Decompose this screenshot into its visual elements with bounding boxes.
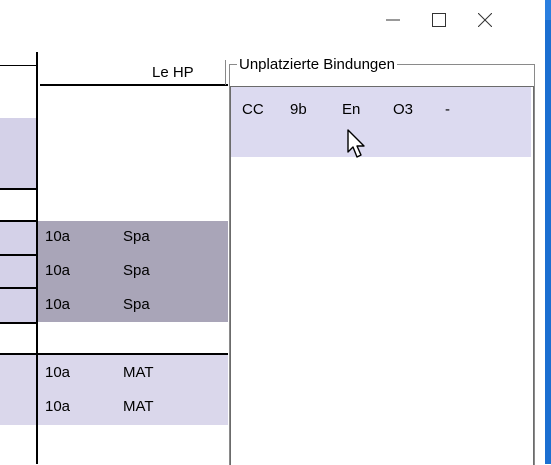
minimize-button[interactable] [370, 0, 416, 40]
close-button[interactable] [462, 0, 508, 40]
cell-class[interactable]: 10a [45, 228, 70, 246]
grid-line [40, 84, 228, 86]
grid-line [0, 188, 36, 190]
item-teacher: CC [242, 101, 264, 118]
list-item[interactable] [231, 87, 531, 157]
cell-class[interactable]: 10a [45, 398, 70, 416]
maximize-button[interactable] [416, 0, 462, 40]
cell-subject[interactable]: MAT [123, 398, 154, 416]
column-header: Le HP [152, 64, 194, 81]
mouse-cursor-icon [347, 129, 365, 158]
window-edge-top [545, 0, 551, 20]
maximize-icon [432, 13, 446, 27]
close-icon [478, 13, 492, 27]
title-bar [0, 0, 545, 52]
grid-line [0, 353, 228, 355]
row-band [0, 118, 36, 188]
grid-line [0, 220, 36, 222]
cell-subject[interactable]: Spa [123, 262, 150, 280]
item-class: 9b [290, 101, 307, 118]
grid-line [0, 287, 36, 289]
grid-line [36, 52, 38, 464]
item-room: O3 [393, 101, 414, 118]
minimize-icon [386, 19, 400, 21]
cell-class[interactable]: 10a [45, 364, 70, 382]
row-band[interactable] [0, 355, 228, 425]
window-edge [545, 0, 551, 464]
grid-line [0, 322, 36, 324]
row-band [0, 221, 36, 322]
cell-class[interactable]: 10a [45, 262, 70, 280]
cell-subject[interactable]: Spa [123, 296, 150, 314]
grid-line [0, 254, 36, 256]
cell-class[interactable]: 10a [45, 296, 70, 314]
grid-line [0, 65, 36, 66]
grid-line [225, 60, 226, 85]
cell-subject[interactable]: Spa [123, 228, 150, 246]
cell-subject[interactable]: MAT [123, 364, 154, 382]
groupbox-title: Unplatzierte Bindungen [237, 56, 397, 74]
item-extra: - [445, 101, 450, 118]
item-subject: En [342, 101, 361, 118]
